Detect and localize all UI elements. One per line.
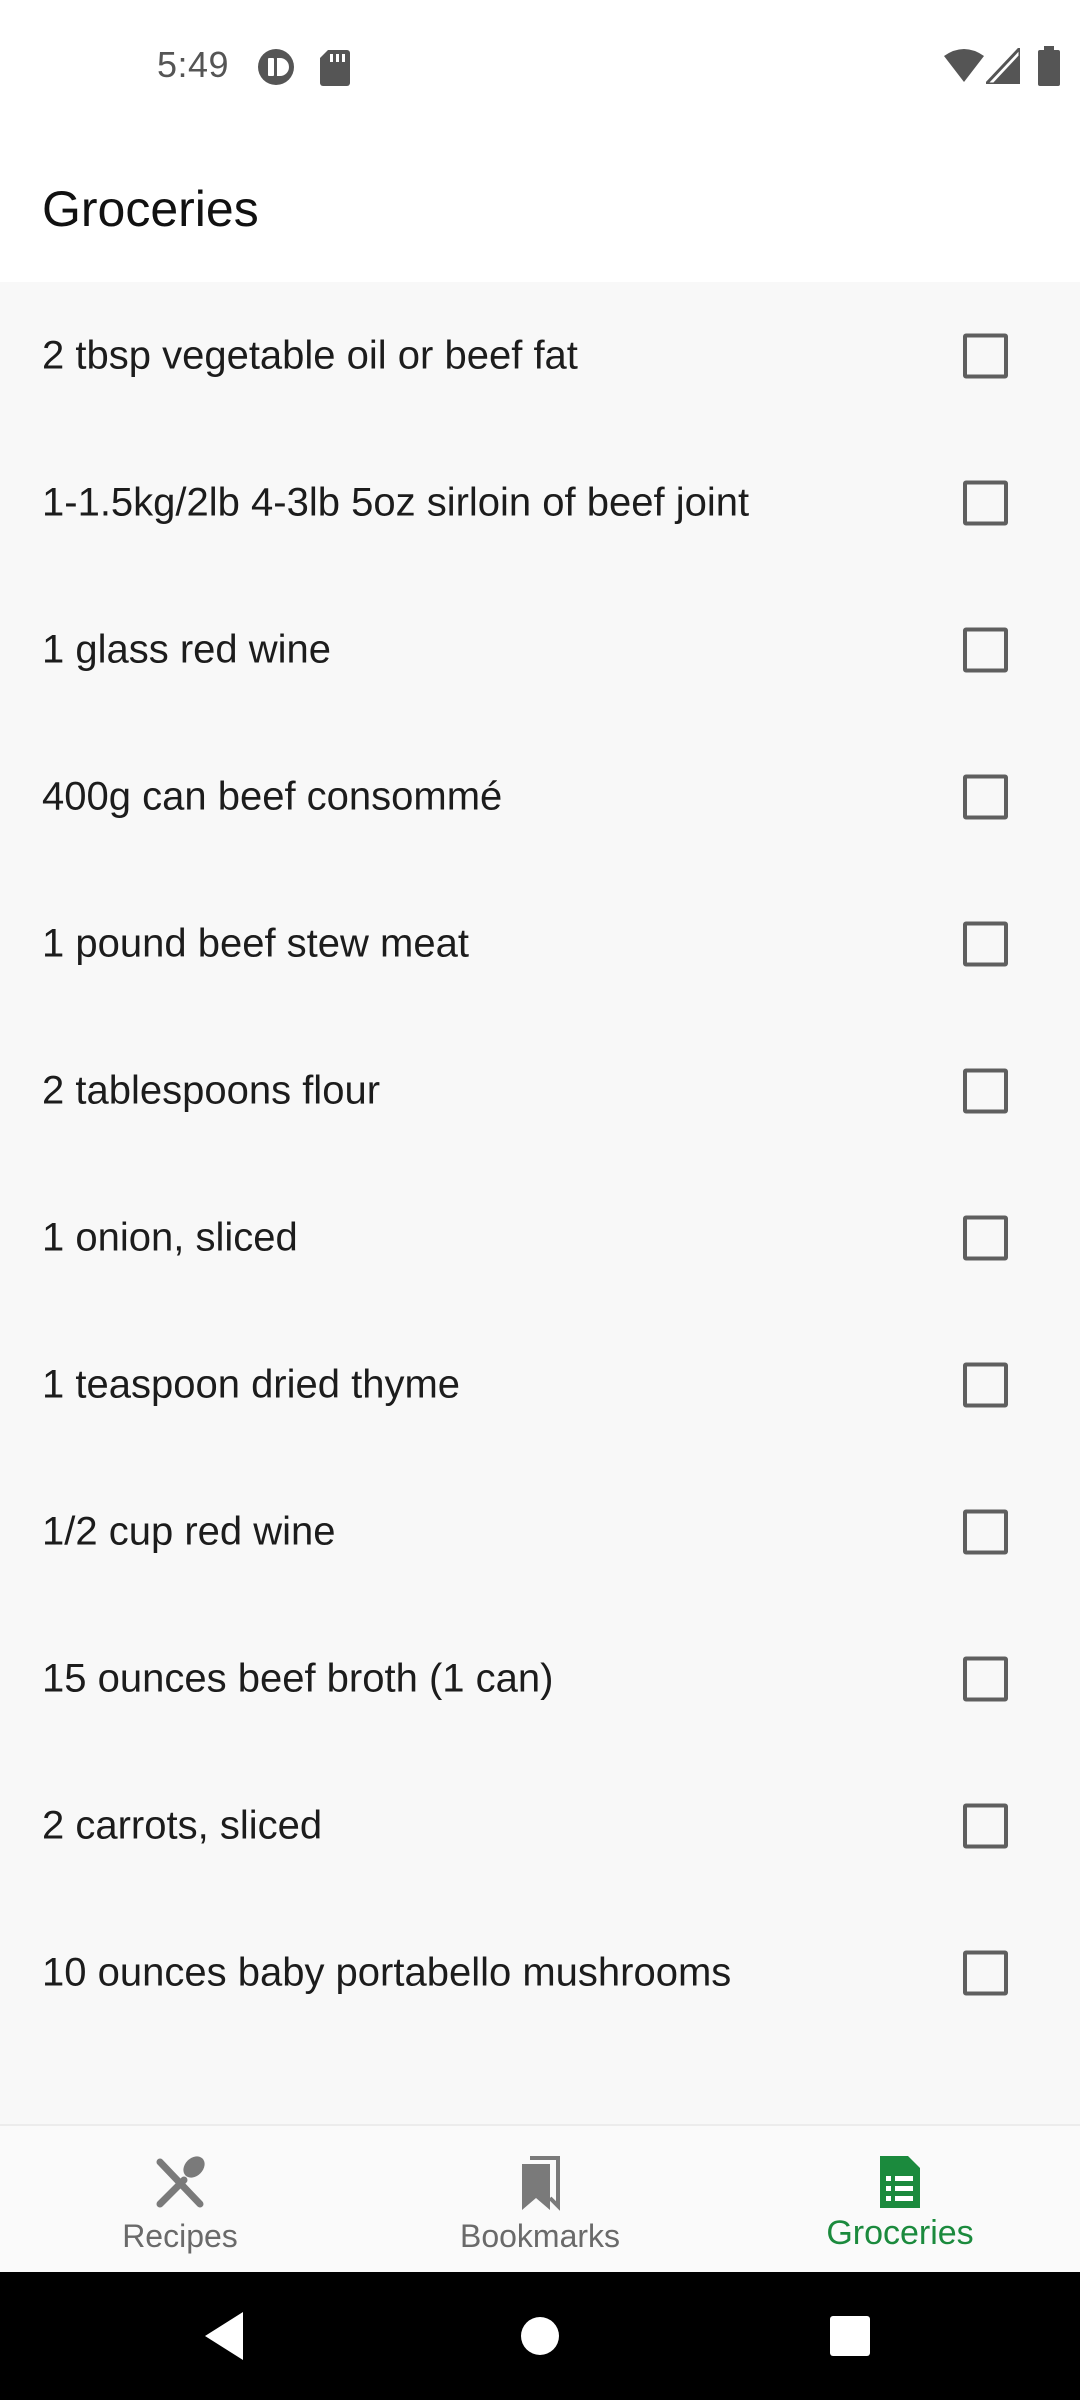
wifi-icon (944, 49, 984, 82)
grocery-list: 2 tbsp vegetable oil or beef fat 1-1.5kg/… (0, 282, 1080, 2124)
grocery-item-label: 1 glass red wine (42, 627, 332, 671)
grocery-item[interactable]: 1 pound beef stew meat (0, 870, 1080, 1017)
grocery-item-checkbox[interactable] (963, 1362, 1008, 1407)
grocery-item-label: 2 tbsp vegetable oil or beef fat (42, 333, 578, 377)
grocery-item-checkbox[interactable] (963, 1509, 1008, 1554)
grocery-item-label: 10 ounces baby portabello mushrooms (42, 1950, 732, 1994)
grocery-item[interactable]: 400g can beef consommé (0, 723, 1080, 870)
grocery-item-checkbox[interactable] (963, 921, 1008, 966)
grocery-item-checkbox[interactable] (963, 1068, 1008, 1113)
grocery-item-label: 400g can beef consommé (42, 774, 503, 818)
grocery-item[interactable]: 1-1.5kg/2lb 4-3lb 5oz sirloin of beef jo… (0, 429, 1080, 576)
status-bar: 5:49 (0, 0, 1080, 130)
nav-label-bookmarks: Bookmarks (459, 2218, 621, 2254)
grocery-item-checkbox[interactable] (963, 774, 1008, 819)
back-icon[interactable] (195, 2304, 259, 2368)
battery-icon (1038, 46, 1060, 86)
app-bar: Groceries (0, 130, 1080, 282)
grocery-item-checkbox[interactable] (963, 627, 1008, 672)
bookmarks-icon (522, 2156, 560, 2211)
grocery-item-label: 1-1.5kg/2lb 4-3lb 5oz sirloin of beef jo… (42, 480, 750, 524)
privacy-indicator-icon (258, 49, 294, 85)
nav-item-recipes[interactable]: Recipes (0, 2126, 360, 2274)
fork-knife-icon (156, 2156, 205, 2208)
system-navigation-bar (0, 2272, 1080, 2400)
status-time: 5:49 (157, 44, 230, 85)
grocery-item-checkbox[interactable] (963, 480, 1008, 525)
grocery-item[interactable]: 15 ounces beef broth (1 can) (0, 1605, 1080, 1752)
grocery-item[interactable]: 2 carrots, sliced (0, 1752, 1080, 1899)
grocery-item-label: 2 tablespoons flour (42, 1068, 381, 1112)
home-icon[interactable] (508, 2304, 572, 2368)
grocery-item-label: 1 onion, sliced (42, 1215, 298, 1259)
grocery-list-icon (880, 2156, 920, 2208)
grocery-item-checkbox[interactable] (963, 333, 1008, 378)
grocery-item[interactable]: 1 teaspoon dried thyme (0, 1311, 1080, 1458)
recents-icon[interactable] (818, 2304, 882, 2368)
grocery-item[interactable]: 10 ounces baby portabello mushrooms (0, 1899, 1080, 2046)
grocery-item-label: 2 carrots, sliced (42, 1803, 323, 1847)
grocery-item-label: 1 teaspoon dried thyme (42, 1362, 461, 1406)
bottom-navigation: Recipes Bookmarks Groceries (0, 2124, 1080, 2272)
grocery-item[interactable]: 2 tbsp vegetable oil or beef fat (0, 282, 1080, 429)
screen: 5:49 Groceries 2 tbsp vegetable oil or b… (0, 0, 1080, 2400)
nav-item-groceries[interactable]: Groceries (720, 2126, 1080, 2274)
grocery-item-label: 1 pound beef stew meat (42, 921, 469, 965)
grocery-item-label: 15 ounces beef broth (1 can) (42, 1656, 554, 1700)
nav-label-recipes: Recipes (122, 2218, 238, 2254)
nav-label-groceries: Groceries (826, 2214, 974, 2252)
grocery-item-checkbox[interactable] (963, 1656, 1008, 1701)
grocery-item-checkbox[interactable] (963, 1803, 1008, 1848)
cellular-signal-icon (986, 48, 1020, 84)
grocery-item[interactable]: 1 glass red wine (0, 576, 1080, 723)
sd-card-icon (320, 50, 350, 86)
nav-item-bookmarks[interactable]: Bookmarks (360, 2126, 720, 2274)
grocery-item-checkbox[interactable] (963, 1950, 1008, 1995)
grocery-item-label: 1/2 cup red wine (42, 1509, 336, 1553)
grocery-item[interactable]: 2 tablespoons flour (0, 1017, 1080, 1164)
grocery-item[interactable]: 1/2 cup red wine (0, 1458, 1080, 1605)
page-title: Groceries (42, 181, 259, 237)
grocery-item[interactable]: 1 onion, sliced (0, 1164, 1080, 1311)
grocery-item-checkbox[interactable] (963, 1215, 1008, 1260)
